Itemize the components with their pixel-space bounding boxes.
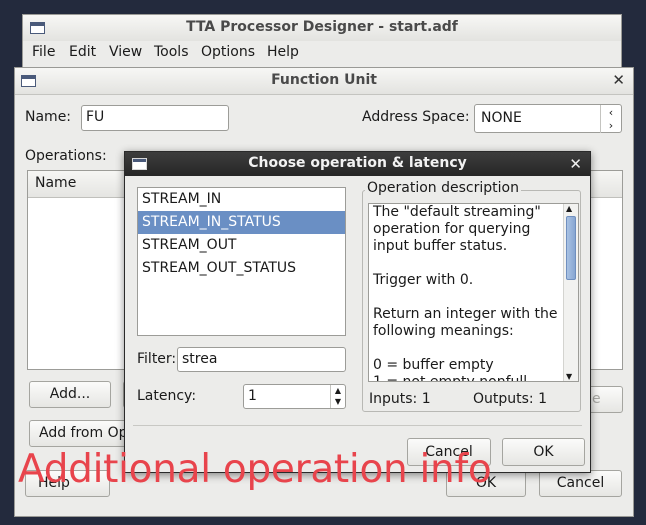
menu-file[interactable]: File xyxy=(32,44,55,60)
annotation-caption: Additional operation info xyxy=(18,447,492,492)
list-item[interactable]: STREAM_OUT_STATUS xyxy=(138,257,345,280)
address-space-value: NONE xyxy=(481,110,522,126)
spin-arrows-icon[interactable]: ▲ ▼ xyxy=(330,385,345,408)
filter-label: Filter: xyxy=(137,351,177,367)
description-scrollbar[interactable]: ▲ ▼ xyxy=(563,204,578,381)
operations-label: Operations: xyxy=(25,148,107,164)
cancel-button[interactable]: Cancel xyxy=(539,470,622,497)
menu-help[interactable]: Help xyxy=(267,44,299,60)
menu-edit[interactable]: Edit xyxy=(69,44,96,60)
close-icon[interactable]: ✕ xyxy=(612,71,625,89)
choose-titlebar: Choose operation & latency ✕ xyxy=(125,152,590,176)
latency-value: 1 xyxy=(248,388,257,404)
menu-view[interactable]: View xyxy=(109,44,142,60)
list-item[interactable]: STREAM_IN xyxy=(138,188,345,211)
outputs-count: Outputs: 1 xyxy=(473,391,547,407)
spin-arrows-icon[interactable]: ‹ › xyxy=(600,105,621,133)
name-field[interactable]: FU xyxy=(81,105,229,131)
latency-label: Latency: xyxy=(137,388,197,404)
address-space-select[interactable]: NONE ‹ › xyxy=(474,104,622,133)
choose-operation-dialog: Choose operation & latency ✕ STREAM_IN S… xyxy=(124,151,591,473)
filter-input[interactable]: strea xyxy=(177,347,346,372)
menu-tools[interactable]: Tools xyxy=(154,44,189,60)
add-button[interactable]: Add... xyxy=(29,381,111,408)
operation-description-title: Operation description xyxy=(365,180,521,196)
description-content: The "default streaming" operation for qu… xyxy=(373,204,558,382)
fu-titlebar: Function Unit ✕ xyxy=(15,68,633,95)
address-space-label: Address Space: xyxy=(362,109,470,125)
scroll-up-icon[interactable]: ▲ xyxy=(566,204,572,213)
list-item[interactable]: STREAM_OUT xyxy=(138,234,345,257)
divider xyxy=(133,425,582,426)
ok-button[interactable]: OK xyxy=(502,438,585,466)
fu-dialog-title: Function Unit xyxy=(271,72,377,88)
scrollbar-thumb[interactable] xyxy=(566,216,576,280)
list-item-selected[interactable]: STREAM_IN_STATUS xyxy=(138,211,345,234)
main-window-title: TTA Processor Designer - start.adf xyxy=(186,19,458,35)
name-label: Name: xyxy=(25,109,72,125)
inputs-count: Inputs: 1 xyxy=(369,391,431,407)
operation-list[interactable]: STREAM_IN STREAM_IN_STATUS STREAM_OUT ST… xyxy=(137,187,346,336)
latency-spinbox[interactable]: 1 ▲ ▼ xyxy=(243,384,346,409)
main-titlebar: TTA Processor Designer - start.adf xyxy=(23,15,621,42)
menubar: File Edit View Tools Options Help xyxy=(23,41,621,65)
scroll-down-icon[interactable]: ▼ xyxy=(566,372,572,381)
column-header-name[interactable]: Name xyxy=(35,175,76,191)
menu-options[interactable]: Options xyxy=(201,44,255,60)
operation-description-text[interactable]: The "default streaming" operation for qu… xyxy=(368,203,579,382)
choose-dialog-title: Choose operation & latency xyxy=(248,155,467,171)
close-icon[interactable]: ✕ xyxy=(569,155,582,173)
